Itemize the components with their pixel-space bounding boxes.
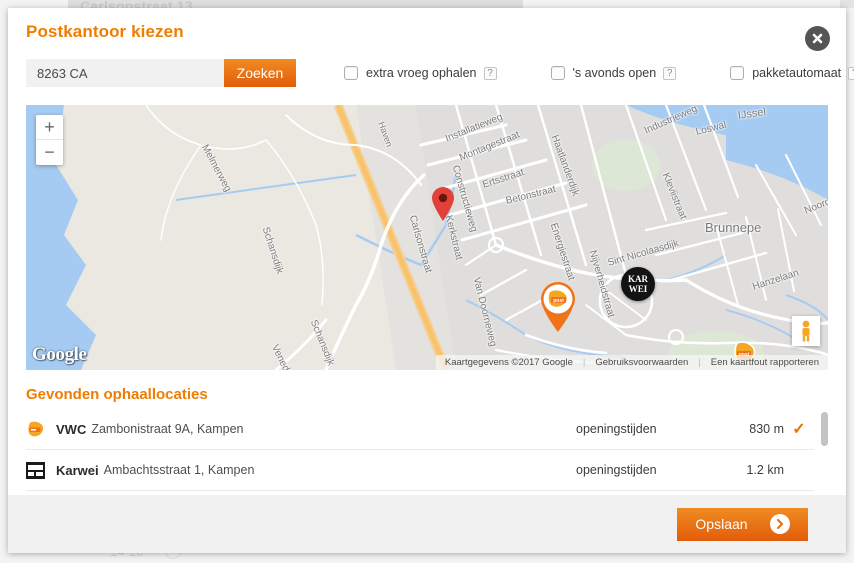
karwei-icon — [26, 461, 56, 479]
table-row[interactable]: Primera Hanzehof Dr. Damstraat 111, Kamp… — [26, 491, 814, 495]
postnl-marker-active[interactable]: post — [538, 280, 578, 332]
map-zoom-controls: + − — [36, 115, 63, 165]
attribution-separator: | — [582, 357, 586, 368]
karwei-logo-icon — [26, 461, 45, 479]
karwei-marker-line2: WEI — [628, 284, 648, 294]
save-button[interactable]: Opslaan — [677, 507, 808, 541]
filter-extra-vroeg-ophalen[interactable]: extra vroeg ophalen ? — [344, 66, 497, 80]
map-data-attribution: Kaartgegevens ©2017 Google — [444, 357, 573, 368]
chevron-right-glyph — [776, 518, 783, 530]
search-button[interactable]: Zoeken — [224, 59, 296, 87]
filter-pakketautomaat[interactable]: pakketautomaat ? — [730, 66, 854, 80]
filter-row: Zoeken extra vroeg ophalen ? 's avonds o… — [26, 55, 854, 91]
postcode-search-group: Zoeken — [26, 59, 296, 87]
filter-label: extra vroeg ophalen — [366, 66, 477, 80]
filter-s-avonds-open[interactable]: 's avonds open ? — [550, 66, 677, 80]
map-pin-icon — [432, 187, 454, 221]
filter-label: pakketautomaat — [752, 66, 842, 80]
help-icon-s-avonds-open[interactable]: ? — [663, 66, 677, 80]
help-icon-pakketautomaat[interactable]: ? — [848, 66, 854, 80]
karwei-marker-line1: KAR — [628, 274, 648, 284]
terms-of-use-link[interactable]: Gebruiksvoorwaarden — [590, 357, 693, 368]
location-name: Karwei — [56, 462, 99, 478]
close-icon — [812, 33, 823, 44]
table-row[interactable]: Karwei Ambachtsstraat 1, Kampen openings… — [26, 450, 814, 491]
map-graphics — [26, 105, 828, 370]
karwei-marker[interactable]: KAR WEI — [621, 267, 655, 301]
home-marker[interactable] — [430, 185, 456, 221]
table-row[interactable]: VWC Zambonistraat 9A, Kampen openingstij… — [26, 409, 814, 450]
attribution-separator: | — [698, 357, 701, 368]
results-section: Gevonden ophaallocaties VWC Zambonistraa… — [8, 370, 846, 495]
opening-hours-link[interactable]: openingstijden — [576, 422, 726, 436]
postnl-icon — [26, 420, 56, 439]
postnl-logo-icon — [28, 421, 44, 436]
dialog-title: Postkantoor kiezen — [26, 22, 184, 41]
google-logo: Google — [32, 344, 87, 365]
results-scrollbar-thumb[interactable] — [821, 412, 828, 446]
distance-value: 1.2 km — [746, 463, 784, 477]
background-right-band — [840, 0, 854, 8]
street-view-pegman-icon — [802, 320, 810, 342]
report-map-error-link[interactable]: Een kaartfout rapporteren — [706, 357, 824, 368]
chevron-right-icon — [769, 514, 790, 534]
location-address: Zambonistraat 9A, Kampen — [91, 422, 244, 436]
results-scrollbar[interactable] — [821, 412, 828, 495]
close-dialog-button[interactable] — [805, 26, 830, 51]
location-name: VWC — [56, 421, 87, 437]
distance-value: 830 m — [749, 422, 784, 436]
choose-post-office-dialog: Postkantoor kiezen Zoeken extra vroeg op… — [8, 8, 854, 553]
checkbox-extra-vroeg-ophalen[interactable] — [344, 66, 358, 80]
zoom-out-button[interactable]: − — [36, 140, 63, 165]
location-address: Ambachtsstraat 1, Kampen — [103, 463, 255, 477]
svg-text:post: post — [553, 298, 564, 304]
save-button-label: Opslaan — [695, 516, 748, 532]
results-list: VWC Zambonistraat 9A, Kampen openingstij… — [26, 409, 828, 495]
street-view-pegman-button[interactable] — [792, 316, 820, 346]
dialog-footer: Opslaan — [8, 495, 846, 553]
map-attribution-bar: Kaartgegevens ©2017 Google | Gebruiksvoo… — [435, 355, 828, 370]
checkbox-s-avonds-open[interactable] — [550, 66, 565, 80]
map-canvas[interactable]: MelmerwegSchansdijkSchansdijkVenedoezenw… — [26, 105, 828, 370]
postnl-pin-icon: post — [541, 281, 575, 332]
selected-check-icon: ✓ — [792, 421, 806, 438]
results-title: Gevonden ophaallocaties — [26, 386, 208, 403]
filter-label: 's avonds open — [572, 66, 657, 80]
zoom-in-button[interactable]: + — [36, 115, 63, 140]
opening-hours-link[interactable]: openingstijden — [576, 463, 726, 477]
postcode-input[interactable] — [26, 59, 224, 87]
help-icon-extra-vroeg-ophalen[interactable]: ? — [483, 66, 497, 80]
checkbox-pakketautomaat[interactable] — [730, 66, 745, 80]
dialog-header: Postkantoor kiezen Zoeken extra vroeg op… — [8, 8, 854, 91]
